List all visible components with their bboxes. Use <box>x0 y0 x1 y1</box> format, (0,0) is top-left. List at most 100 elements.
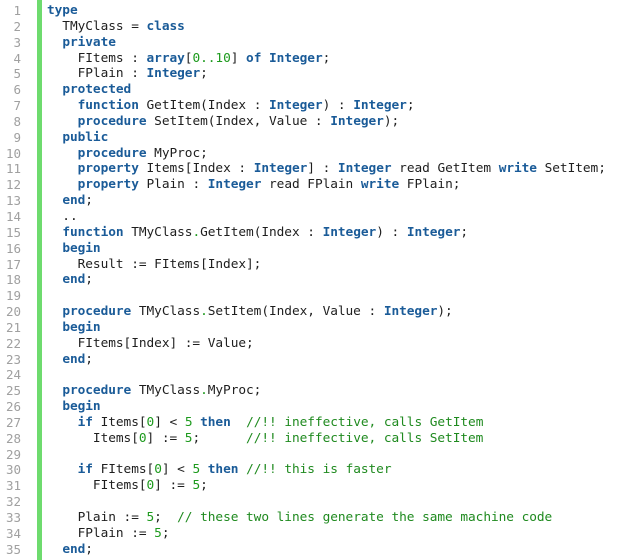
line-number: 15 <box>5 224 21 240</box>
code-line[interactable]: 31 FItems[0] := 5; <box>0 478 629 494</box>
code-line[interactable]: 28 Items[0] := 5; //!! ineffective, call… <box>0 431 629 447</box>
text-token: read FPlain <box>261 177 361 193</box>
line-number: 3 <box>13 34 21 50</box>
keyword-token: type <box>47 3 78 18</box>
code-line[interactable]: 32 <box>0 494 629 510</box>
text-token: SetItem(Index, Value : <box>207 304 384 320</box>
code-text: FItems[Index] := Value; <box>47 336 254 352</box>
code-line[interactable]: 18 end; <box>0 272 629 288</box>
code-line[interactable]: 2 TMyClass = class <box>0 19 629 35</box>
code-text: end; <box>47 542 93 558</box>
text-token: ; <box>85 272 93 288</box>
keyword-token: write <box>360 177 400 193</box>
code-line[interactable]: 9 public <box>0 130 629 146</box>
code-line[interactable]: 11 property Items[Index : Integer] : Int… <box>0 161 629 177</box>
code-text: if Items[0] < 5 then //!! ineffective, c… <box>47 414 484 431</box>
code-text: Items[0] := 5; //!! ineffective, calls S… <box>47 431 483 447</box>
code-line[interactable]: 27 if Items[0] < 5 then //!! ineffective… <box>0 415 629 431</box>
code-line[interactable]: 3 private <box>0 35 629 51</box>
line-number: 7 <box>13 98 21 114</box>
keyword-token: begin <box>62 319 101 335</box>
code-line[interactable]: 15 function TMyClass.GetItem(Index : Int… <box>0 225 629 241</box>
code-line[interactable]: 8 procedure SetItem(Index, Value : Integ… <box>0 114 629 130</box>
line-number: 1 <box>13 3 21 18</box>
text-token: SetItem(Index, Value : <box>146 113 331 129</box>
line-number: 32 <box>5 494 21 510</box>
code-text: private <box>47 35 116 51</box>
text-token: ; <box>406 98 415 114</box>
code-line[interactable]: 16 begin <box>0 241 629 257</box>
keyword-token: end <box>62 351 86 367</box>
code-editor[interactable]: 1 type 2 TMyClass = class 3 private 4 FItems… <box>0 0 629 560</box>
code-line[interactable]: 34 FPlain := 5; <box>0 526 629 542</box>
line-number: 4 <box>13 50 21 66</box>
line-number: 9 <box>13 129 21 145</box>
code-line[interactable]: 14 .. <box>0 209 629 225</box>
keyword-token: class <box>146 18 185 34</box>
code-text: function GetItem(Index : Integer) : Inte… <box>47 98 415 114</box>
code-text: end; <box>47 193 93 209</box>
keyword-token: Integer <box>330 113 384 129</box>
text-token: GetItem(Index : <box>200 224 323 240</box>
code-line[interactable]: 10 procedure MyProc; <box>0 146 629 162</box>
code-text: procedure SetItem(Index, Value : Integer… <box>47 113 400 130</box>
code-line[interactable]: 12 property Plain : Integer read FPlain … <box>0 177 629 193</box>
code-line[interactable]: 13 end; <box>0 193 629 209</box>
keyword-token: end <box>62 272 86 288</box>
code-text: FItems[0] := 5; <box>47 478 208 494</box>
number-token: 5 <box>154 525 162 541</box>
text-token: ] : <box>307 161 338 177</box>
code-text: procedure TMyClass.SetItem(Index, Value … <box>47 304 452 320</box>
keyword-token: Integer <box>353 98 407 114</box>
line-number: 11 <box>5 161 21 177</box>
code-text: type <box>47 3 78 19</box>
code-line[interactable]: 30 if FItems[0] < 5 then //!! this is fa… <box>0 462 629 478</box>
text-token: ; <box>85 541 93 557</box>
code-line[interactable]: 22 FItems[Index] := Value; <box>0 336 629 352</box>
keyword-token: protected <box>62 82 132 98</box>
text-token: Items[ <box>47 430 139 446</box>
keyword-token: Integer <box>269 50 323 66</box>
code-line[interactable]: 4 FItems : array[0..10] of Integer; <box>0 51 629 67</box>
code-line[interactable]: 25 procedure TMyClass.MyProc; <box>0 383 629 399</box>
text-token: TMyClass <box>131 304 201 320</box>
line-number: 21 <box>5 319 21 335</box>
code-line[interactable]: 17 Result := FItems[Index]; <box>0 257 629 273</box>
text-token: ; <box>192 430 247 446</box>
code-line[interactable]: 35 end; <box>0 542 629 558</box>
code-line[interactable]: 20 procedure TMyClass.SetItem(Index, Val… <box>0 304 629 320</box>
code-text: TMyClass = class <box>47 19 185 35</box>
code-text: protected <box>47 82 131 98</box>
code-line[interactable]: 24 <box>0 367 629 383</box>
code-line[interactable]: 29 <box>0 447 629 463</box>
keyword-token: Integer <box>253 161 308 177</box>
code-line[interactable]: 23 end; <box>0 352 629 368</box>
code-line[interactable]: 19 <box>0 288 629 304</box>
keyword-token: Integer <box>322 224 377 240</box>
keyword-token: if <box>77 414 93 430</box>
code-line[interactable]: 7 function GetItem(Index : Integer) : In… <box>0 98 629 114</box>
text-token: ] <box>230 50 247 66</box>
text-token: MyProc; <box>207 383 262 399</box>
code-line[interactable]: 5 FPlain : Integer; <box>0 66 629 82</box>
text-token: ; <box>322 50 331 66</box>
code-line[interactable]: 33 Plain := 5; // these two lines genera… <box>0 510 629 526</box>
line-number: 23 <box>5 351 21 367</box>
code-text: FPlain := 5; <box>47 525 170 542</box>
keyword-token: Integer <box>406 224 461 240</box>
number-token: 5 <box>192 478 201 494</box>
code-line[interactable]: 1 type <box>0 3 629 19</box>
keyword-token: Integer <box>207 177 262 193</box>
code-line[interactable]: 6 protected <box>0 82 629 98</box>
line-number: 10 <box>5 145 21 161</box>
code-line[interactable]: 26 begin <box>0 399 629 415</box>
code-line[interactable]: 21 begin <box>0 320 629 336</box>
symbol-token: . <box>200 304 208 320</box>
comment-token: //!! ineffective, calls GetItem <box>246 414 484 430</box>
keyword-token: Integer <box>337 161 392 177</box>
